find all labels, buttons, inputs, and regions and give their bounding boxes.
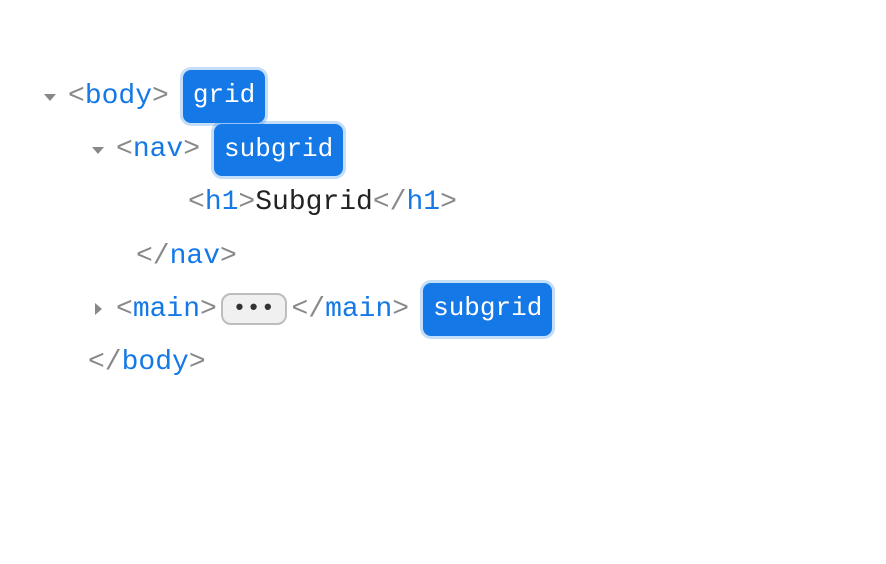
ellipsis-icon[interactable]: ••• — [221, 293, 288, 325]
subgrid-badge[interactable]: subgrid — [423, 283, 552, 335]
h1-text-content: Subgrid — [255, 176, 373, 229]
chevron-down-icon[interactable] — [40, 87, 60, 107]
subgrid-badge[interactable]: subgrid — [214, 124, 343, 176]
bracket: > — [392, 283, 409, 336]
tag-name-main: main — [133, 283, 200, 336]
bracket: > — [440, 176, 457, 229]
bracket: > — [189, 336, 206, 389]
chevron-right-icon[interactable] — [88, 299, 108, 319]
bracket: </ — [291, 283, 325, 336]
tag-name-body: body — [85, 70, 152, 123]
bracket: < — [116, 123, 133, 176]
bracket: > — [200, 283, 217, 336]
tree-row-h1[interactable]: <h1>Subgrid</h1> — [40, 176, 846, 229]
tag-name-body-close: body — [122, 336, 189, 389]
bracket: </ — [373, 176, 407, 229]
grid-badge[interactable]: grid — [183, 70, 265, 122]
tag-name-main-close: main — [325, 283, 392, 336]
tree-row-nav-open[interactable]: <nav> subgrid — [40, 123, 846, 176]
tag-name-nav: nav — [133, 123, 183, 176]
tag-name-nav-close: nav — [170, 230, 220, 283]
chevron-down-icon[interactable] — [88, 140, 108, 160]
tree-row-main[interactable]: <main> ••• </main> subgrid — [40, 283, 846, 336]
bracket: > — [183, 123, 200, 176]
bracket: < — [188, 176, 205, 229]
bracket: </ — [88, 336, 122, 389]
tree-row-body-close[interactable]: </body> — [40, 336, 846, 389]
bracket: < — [116, 283, 133, 336]
tree-row-body-open[interactable]: <body> grid — [40, 70, 846, 123]
bracket: </ — [136, 230, 170, 283]
tag-name-h1: h1 — [205, 176, 239, 229]
bracket: > — [152, 70, 169, 123]
tag-name-h1-close: h1 — [406, 176, 440, 229]
tree-row-nav-close[interactable]: </nav> — [40, 230, 846, 283]
bracket: < — [68, 70, 85, 123]
bracket: > — [238, 176, 255, 229]
bracket: > — [220, 230, 237, 283]
